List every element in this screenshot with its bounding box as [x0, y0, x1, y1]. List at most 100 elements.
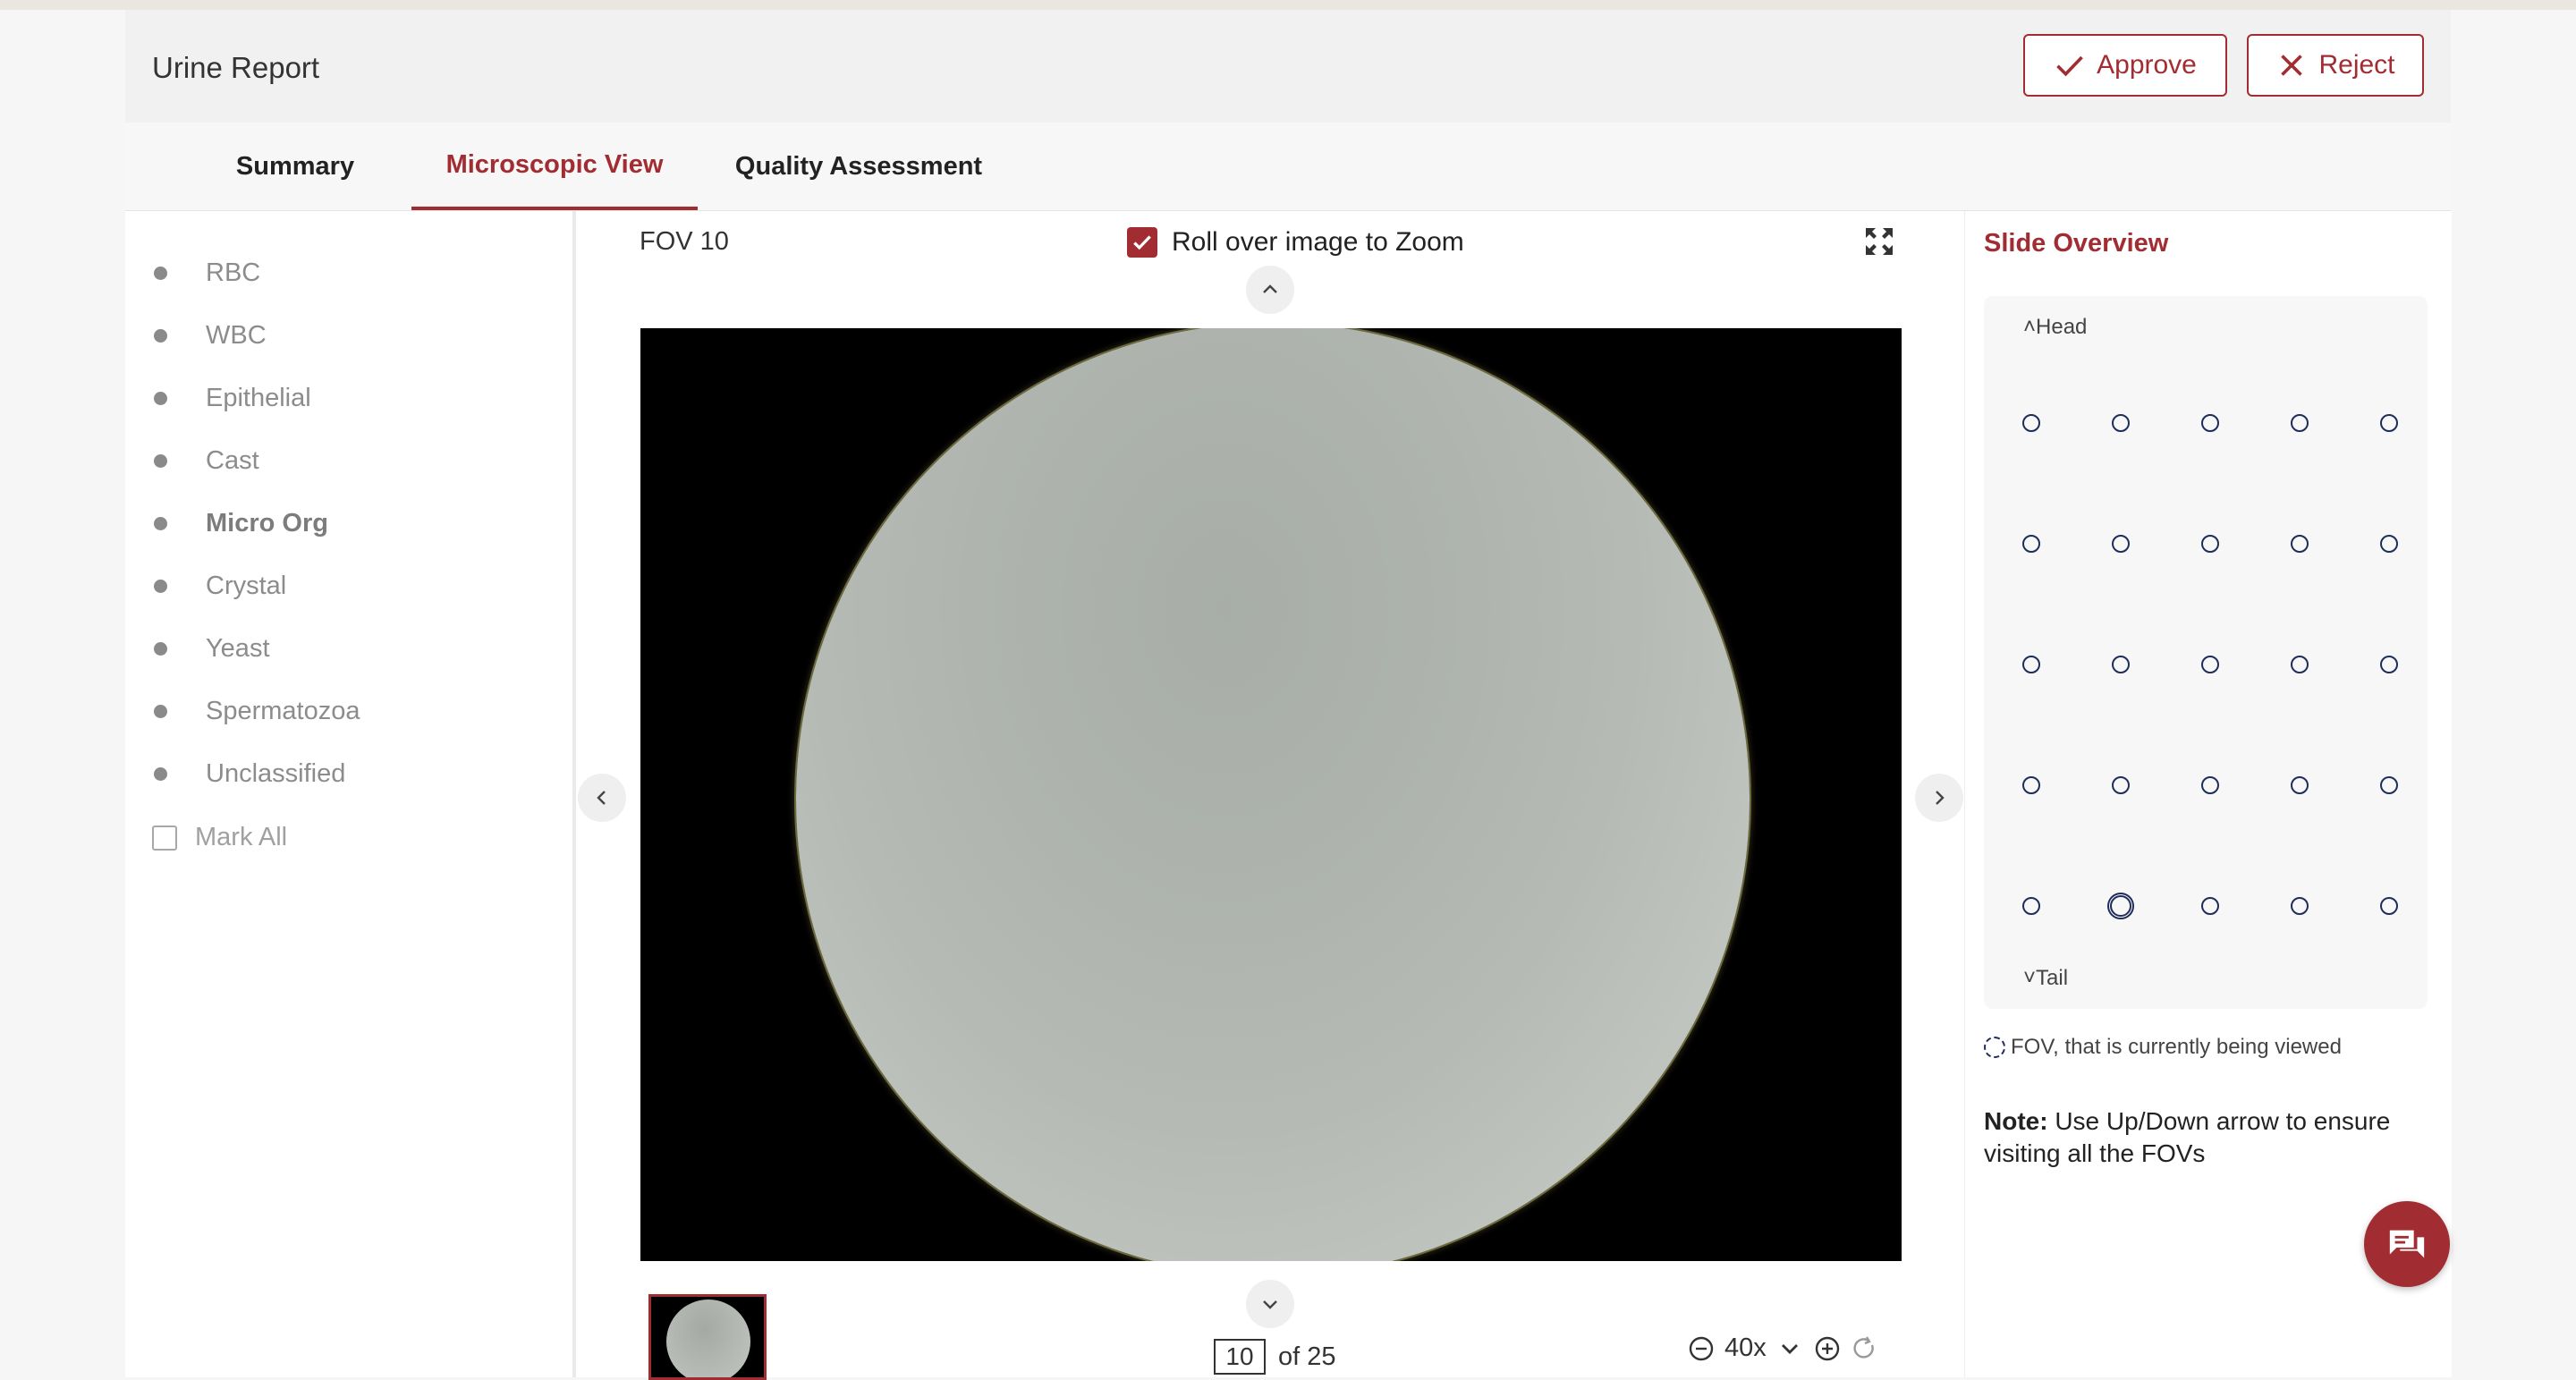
legend-item-label: Epithelial [206, 383, 311, 412]
fov-dot[interactable] [2291, 414, 2309, 432]
slide-overview-title: Slide Overview [1984, 229, 2169, 258]
current-fov-ring-icon [1984, 1037, 2005, 1058]
caret-down-icon: ˅ [2023, 966, 2037, 990]
fov-dot[interactable] [2022, 897, 2040, 915]
zoom-controls: 40x [1687, 1333, 1879, 1363]
check-icon [2056, 55, 2083, 77]
legend-item-label: Yeast [206, 633, 270, 663]
legend-item-label: WBC [206, 320, 267, 350]
fov-label: FOV 10 [640, 227, 729, 256]
microscope-image[interactable] [640, 328, 1902, 1261]
head-label: ˄Head [2023, 315, 2088, 339]
fov-page-input[interactable]: 10 [1214, 1339, 1266, 1375]
legend-item[interactable]: RBC [152, 255, 260, 291]
bullet-dot-icon [154, 453, 167, 468]
zoom-out-icon[interactable] [1687, 1334, 1716, 1363]
fov-dot[interactable] [2201, 535, 2219, 553]
fov-total-label: of 25 [1278, 1342, 1336, 1371]
fov-dot[interactable] [2380, 897, 2398, 915]
tail-label: ˅Tail [2023, 966, 2069, 990]
close-icon [2281, 55, 2303, 76]
legend-item[interactable]: Yeast [152, 631, 270, 666]
zoom-level-select[interactable]: 40x [1724, 1333, 1767, 1363]
roll-over-zoom-toggle[interactable]: Roll over image to Zoom [1127, 227, 1464, 258]
legend-item[interactable]: Cast [152, 443, 259, 478]
caret-up-icon: ˄ [2023, 315, 2037, 339]
note-prefix: Note: [1984, 1107, 2048, 1135]
fov-dot[interactable] [2112, 414, 2130, 432]
chevron-left-icon [597, 791, 606, 805]
legend-item[interactable]: Micro Org [152, 505, 328, 541]
chat-button[interactable] [2364, 1201, 2450, 1287]
fov-dot[interactable] [2380, 656, 2398, 673]
checkbox-box[interactable] [152, 825, 177, 851]
fov-dot[interactable] [2022, 535, 2040, 553]
fov-dot[interactable] [2201, 897, 2219, 915]
tab-bar: Summary Microscopic View Quality Assessm… [125, 123, 2451, 211]
zoom-in-icon[interactable] [1813, 1334, 1842, 1363]
fov-thumbnail[interactable] [648, 1294, 767, 1380]
current-fov-legend: FOV, that is currently being viewed [1984, 1035, 2342, 1060]
bullet-dot-icon [154, 641, 167, 656]
legend-item[interactable]: Crystal [152, 568, 286, 604]
reject-label: Reject [2318, 50, 2395, 80]
fov-dot[interactable] [2022, 656, 2040, 673]
mark-all-label: Mark All [195, 823, 288, 851]
previous-fov-up-button[interactable] [1246, 266, 1294, 314]
reset-icon[interactable] [1851, 1334, 1879, 1363]
reject-button[interactable]: Reject [2247, 34, 2424, 97]
bullet-dot-icon [154, 766, 167, 781]
bullet-dot-icon [154, 516, 167, 530]
chevron-right-icon [1936, 791, 1945, 805]
fov-dot[interactable] [2201, 776, 2219, 794]
fov-dot[interactable] [2291, 776, 2309, 794]
navigation-note: Note: Use Up/Down arrow to ensure visiti… [1984, 1105, 2431, 1170]
bullet-dot-icon [154, 704, 167, 718]
legend-item-label: Crystal [206, 571, 287, 600]
legend-item[interactable]: WBC [152, 317, 267, 353]
bullet-dot-icon [154, 266, 167, 280]
microscope-field-of-view [796, 328, 1750, 1261]
report-header: Urine Report Approve Reject [125, 10, 2451, 123]
tab-quality-assessment[interactable]: Quality Assessment [716, 123, 1002, 210]
previous-fov-button[interactable] [578, 774, 626, 822]
fov-dot[interactable] [2112, 656, 2130, 673]
top-strip [0, 0, 2576, 10]
bullet-dot-icon [154, 579, 167, 593]
legend-item-label: RBC [206, 258, 261, 287]
approve-label: Approve [2097, 50, 2197, 80]
fov-dot[interactable] [2201, 656, 2219, 673]
chevron-down-icon[interactable] [1775, 1334, 1804, 1363]
zoom-toggle-label: Roll over image to Zoom [1172, 227, 1464, 257]
fov-dot[interactable] [2380, 776, 2398, 794]
fov-dot[interactable] [2112, 535, 2130, 553]
fov-dot[interactable] [2380, 414, 2398, 432]
tab-microscopic-view[interactable]: Microscopic View [411, 123, 698, 210]
legend-item[interactable]: Epithelial [152, 380, 311, 416]
bullet-dot-icon [154, 391, 167, 405]
next-fov-button[interactable] [1915, 774, 1963, 822]
legend-item-label: Cast [206, 445, 259, 475]
next-fov-down-button[interactable] [1246, 1280, 1294, 1328]
fov-dot[interactable] [2022, 776, 2040, 794]
legend-item-label: Unclassified [206, 758, 346, 788]
legend-item[interactable]: Unclassified [152, 756, 345, 792]
fov-dot[interactable] [2201, 414, 2219, 432]
fov-dot-current[interactable] [2107, 893, 2134, 919]
chevron-down-icon [1263, 1300, 1277, 1309]
fov-dot[interactable] [2380, 535, 2398, 553]
fullscreen-icon[interactable] [1864, 226, 1894, 257]
page-title: Urine Report [152, 51, 320, 84]
fov-dot[interactable] [2291, 656, 2309, 673]
chat-icon [2389, 1230, 2425, 1258]
tab-summary[interactable]: Summary [197, 123, 394, 210]
mark-all-checkbox[interactable]: Mark All [152, 823, 287, 852]
fov-dot[interactable] [2291, 535, 2309, 553]
checkbox-checked-icon[interactable] [1127, 227, 1157, 258]
approve-button[interactable]: Approve [2023, 34, 2227, 97]
fov-dot[interactable] [2291, 897, 2309, 915]
legend-item[interactable]: Spermatozoa [152, 693, 360, 729]
fov-dot[interactable] [2022, 414, 2040, 432]
fov-dot[interactable] [2112, 776, 2130, 794]
legend-item-label: Spermatozoa [206, 696, 360, 725]
